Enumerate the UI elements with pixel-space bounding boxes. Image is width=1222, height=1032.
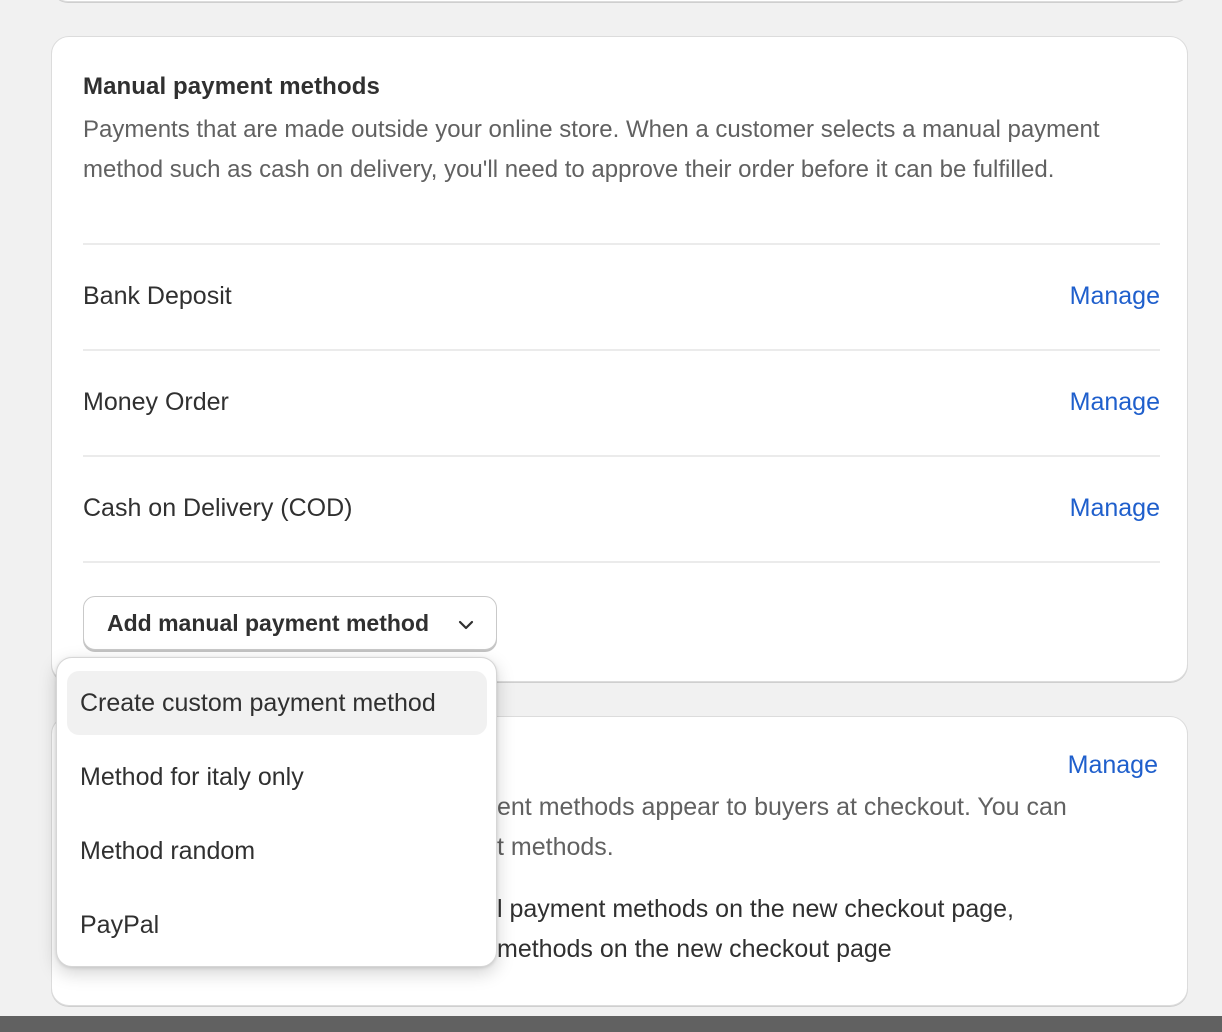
card-text: t methods. <box>497 833 614 861</box>
add-method-dropdown-menu: Create custom payment method Method for … <box>56 657 497 967</box>
bottom-bar <box>0 1016 1222 1032</box>
menu-item-method-random[interactable]: Method random <box>67 819 487 883</box>
previous-card-edge <box>52 0 1190 2</box>
manage-link[interactable]: Manage <box>1068 751 1158 780</box>
card-title: Manual payment methods <box>83 73 380 100</box>
divider <box>83 349 1160 351</box>
card-text: ent methods appear to buyers at checkout… <box>497 793 1067 821</box>
manage-link[interactable]: Manage <box>1070 388 1160 417</box>
menu-item-method-for-italy-only[interactable]: Method for italy only <box>67 745 487 809</box>
payment-method-row: Bank Deposit Manage <box>83 268 1160 328</box>
payment-method-row: Money Order Manage <box>83 374 1160 434</box>
menu-item-paypal[interactable]: PayPal <box>67 893 487 957</box>
card-text: l payment methods on the new checkout pa… <box>497 895 1014 923</box>
card-description: Payments that are made outside your onli… <box>83 116 1100 183</box>
divider <box>83 243 1160 245</box>
payment-method-row: Cash on Delivery (COD) Manage <box>83 480 1160 540</box>
manual-payment-methods-card: Manual payment methods Payments that are… <box>51 36 1188 682</box>
chevron-down-icon <box>458 620 474 630</box>
card-text: methods on the new checkout page <box>497 935 892 963</box>
add-button-label: Add manual payment method <box>107 609 430 636</box>
menu-item-create-custom-payment-method[interactable]: Create custom payment method <box>67 671 487 735</box>
add-manual-payment-method-button[interactable]: Add manual payment method <box>83 596 497 650</box>
payment-method-label: Money Order <box>83 388 229 416</box>
manage-link[interactable]: Manage <box>1070 494 1160 523</box>
payment-method-label: Cash on Delivery (COD) <box>83 494 353 522</box>
payment-method-label: Bank Deposit <box>83 282 232 310</box>
divider <box>83 561 1160 563</box>
manage-link[interactable]: Manage <box>1070 282 1160 311</box>
divider <box>83 455 1160 457</box>
